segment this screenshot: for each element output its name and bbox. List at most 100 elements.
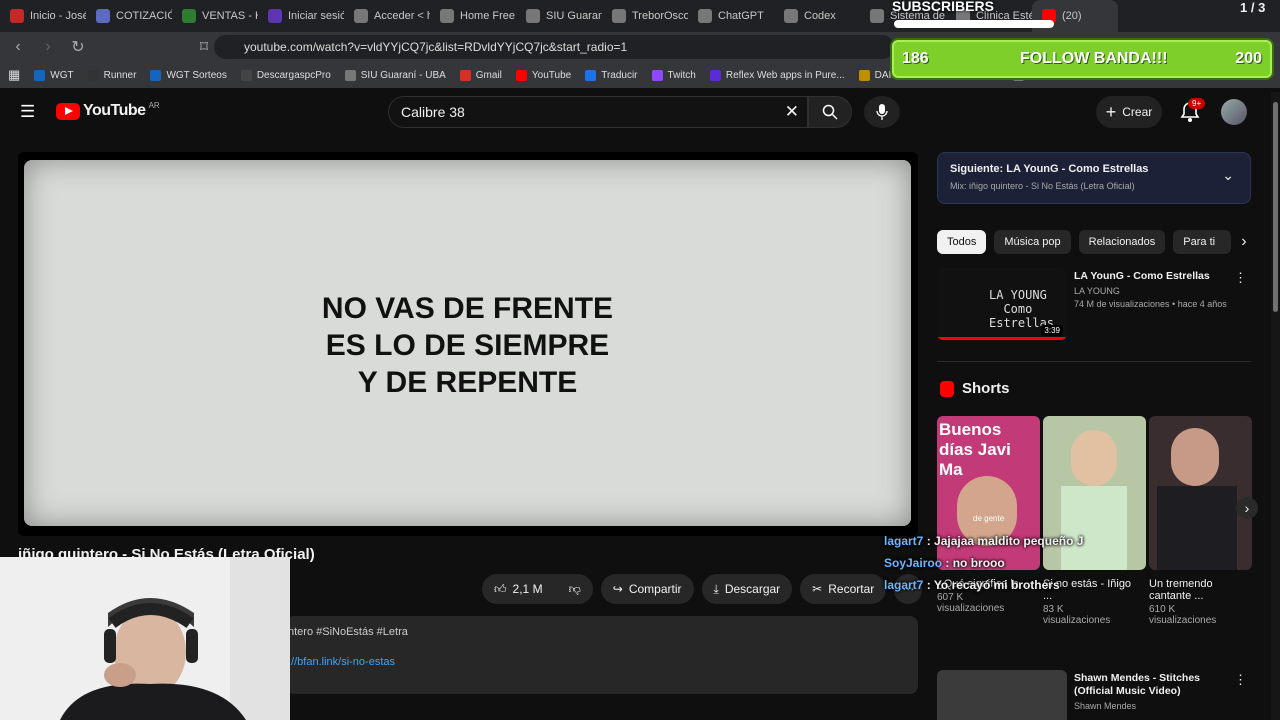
chip-musica-pop[interactable]: Música pop	[994, 230, 1071, 254]
scrollbar-thumb[interactable]	[1273, 102, 1278, 312]
tab-favicon-icon	[784, 9, 798, 23]
kebab-menu-icon[interactable]: ⋮	[1234, 270, 1247, 286]
bookmark-item[interactable]: DescargaspcPro	[240, 69, 331, 81]
kebab-menu-icon[interactable]: ⋮	[1234, 672, 1247, 688]
chip-relacionados[interactable]: Relacionados	[1078, 230, 1166, 254]
recommended-title[interactable]: Shawn Mendes - Stitches (Official Music …	[1074, 672, 1234, 698]
browser-tab[interactable]: ChatGPT	[688, 0, 774, 32]
like-count: 2,1 M	[512, 582, 543, 596]
recommended-video[interactable]: LA YOUNG Como Estrellas 3:39 LA YounG - …	[937, 268, 1251, 344]
browser-tab[interactable]: SIU Guaraní	[516, 0, 602, 32]
clip-button[interactable]: ✂ Recortar	[800, 574, 887, 604]
bookmark-label: Traducir	[601, 69, 638, 81]
up-next-panel[interactable]: Siguiente: LA YounG - Como Estrellas Mix…	[937, 152, 1251, 204]
shorts-next-icon[interactable]: ›	[1236, 497, 1258, 519]
chip-para-ti[interactable]: Para ti	[1173, 230, 1232, 254]
voice-search-button[interactable]	[864, 96, 900, 128]
bookmark-label: WGT Sorteos	[166, 69, 227, 81]
scrollbar[interactable]	[1271, 92, 1280, 720]
short-title[interactable]: Un tremendo cantante ...	[1149, 578, 1249, 602]
dislike-button[interactable]: 👎︎	[556, 574, 593, 604]
youtube-logo[interactable]: YouTube AR	[56, 100, 160, 120]
bookmark-icon[interactable]: ⌑	[192, 37, 216, 57]
bookmark-item[interactable]: WGT	[34, 69, 74, 81]
bookmark-item[interactable]: Gmail	[459, 69, 502, 81]
browser-tab[interactable]: COTIZACIÓN	[86, 0, 172, 32]
recommended-info: LA YounG - Como Estrellas LA YOUNG 74 M …	[1074, 270, 1234, 309]
short-views: 610 K	[1149, 604, 1176, 615]
browser-tab[interactable]: Codex	[774, 0, 860, 32]
shorts-icon	[940, 380, 954, 397]
browser-tab[interactable]: Acceder < hu	[344, 0, 430, 32]
back-icon[interactable]: ‹	[6, 38, 30, 56]
recommended-channel[interactable]: LA YOUNG	[1074, 286, 1234, 296]
bookmark-item[interactable]: Twitch	[651, 69, 696, 81]
logo-text: YouTube	[83, 102, 146, 119]
search-input[interactable]: Calibre 38 ✕	[388, 96, 808, 128]
browser-tab[interactable]: Home Free W	[430, 0, 516, 32]
browser-tab[interactable]: VENTAS - Ho	[172, 0, 258, 32]
bookmark-favicon-icon	[34, 69, 46, 81]
youtube-play-icon	[56, 102, 80, 120]
goal-current: 186	[902, 50, 929, 67]
short-views-label: visualizaciones	[1043, 615, 1111, 626]
chat-text: no brooo	[952, 556, 1005, 570]
share-button[interactable]: ↪ Compartir	[600, 574, 694, 604]
bookmark-label: SIU Guaraní - UBA	[360, 69, 446, 81]
avatar[interactable]	[1221, 99, 1247, 125]
goal-label: FOLLOW BANDA!!!	[1020, 50, 1168, 67]
like-button[interactable]: 👍︎ 2,1 M	[482, 574, 557, 604]
forward-icon[interactable]: ›	[36, 38, 60, 56]
bookmark-item[interactable]: SIU Guaraní - UBA	[344, 69, 446, 81]
apps-grid-icon[interactable]: ▦	[8, 67, 20, 83]
bookmark-item[interactable]: Traducir	[585, 69, 638, 81]
clear-icon[interactable]: ✕	[785, 102, 799, 122]
tab-favicon-icon	[870, 9, 884, 23]
goal-target: 200	[1235, 50, 1262, 67]
reload-icon[interactable]: ↻	[66, 37, 90, 57]
bookmark-label: DescargaspcPro	[256, 69, 331, 81]
short-views: 83 K	[1043, 604, 1064, 615]
short-thumbnail[interactable]	[1149, 416, 1252, 570]
url-field[interactable]: youtube.com/watch?v=vldYYjCQ7jc&list=RDv…	[214, 35, 894, 59]
download-button[interactable]: ⤓ Descargar	[701, 574, 793, 604]
video-thumbnail[interactable]: LA YOUNG Como Estrellas 3:39	[937, 268, 1067, 340]
country-code: AR	[148, 100, 160, 110]
chip-todos[interactable]: Todos	[937, 230, 987, 254]
description-box[interactable]: ntero #SiNoEstás #Letra ://bfan.link/si-…	[286, 616, 918, 694]
up-next-subtitle: Mix: iñigo quintero - Si No Estás (Letra…	[950, 181, 1135, 191]
tab-favicon-icon	[10, 9, 24, 23]
follow-goal-bar: 186 FOLLOW BANDA!!! 200	[892, 40, 1272, 78]
chevron-down-icon[interactable]: ⌄	[1222, 167, 1234, 184]
bookmark-item[interactable]: WGT Sorteos	[150, 69, 227, 81]
bookmark-item[interactable]: YouTube	[515, 69, 571, 81]
create-button[interactable]: + Crear	[1096, 96, 1162, 128]
subs-goal-count: 1 / 3	[1240, 0, 1266, 15]
bookmark-label: Runner	[103, 69, 137, 81]
recommended-title[interactable]: LA YounG - Como Estrellas	[1074, 270, 1234, 283]
video-player[interactable]: NO VAS DE FRENTE ES LO DE SIEMPRE Y DE R…	[18, 152, 918, 536]
recommended-video[interactable]: Shawn Mendes - Stitches (Official Music …	[937, 670, 1251, 720]
description-hashtags: ntero #SiNoEstás #Letra	[288, 626, 408, 638]
video-thumbnail[interactable]	[937, 670, 1067, 720]
bookmark-item[interactable]: Runner	[87, 69, 137, 81]
tab-label: TreborOscone	[632, 10, 688, 22]
browser-tab[interactable]: Inicio - José L	[0, 0, 86, 32]
clip-label: Recortar	[828, 582, 875, 596]
bookmark-label: Reflex Web apps in Pure...	[725, 69, 845, 81]
browser-tab[interactable]: TreborOscone	[602, 0, 688, 32]
download-label: Descargar	[724, 582, 781, 596]
search-button[interactable]	[808, 96, 852, 128]
bookmark-favicon-icon	[150, 69, 162, 81]
thumb-up-icon: 👍︎	[494, 581, 507, 596]
tab-favicon-icon	[96, 9, 110, 23]
subs-goal-title: SUBSCRIBERS	[892, 0, 994, 14]
tab-label: ChatGPT	[718, 10, 764, 22]
menu-icon[interactable]: ☰	[20, 102, 35, 122]
thumb-down-icon: 👎︎	[568, 581, 581, 596]
bookmark-item[interactable]: Reflex Web apps in Pure...	[709, 69, 845, 81]
description-link[interactable]: ://bfan.link/si-no-estas	[288, 656, 395, 668]
chevron-right-icon[interactable]: ›	[1241, 230, 1246, 254]
browser-tab[interactable]: Iniciar sesión	[258, 0, 344, 32]
recommended-channel[interactable]: Shawn Mendes	[1074, 701, 1234, 711]
